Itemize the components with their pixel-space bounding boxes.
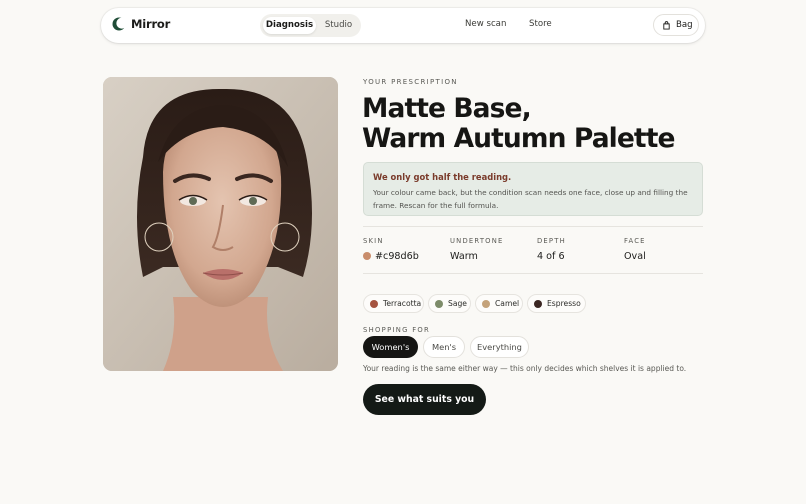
face-label: FACE xyxy=(624,237,646,245)
skin-swatch xyxy=(363,252,371,260)
depth-label: DEPTH xyxy=(537,237,566,245)
shopping-bag-icon xyxy=(663,20,670,30)
shopping-note: Your reading is the same either way — th… xyxy=(363,364,687,373)
tab-diagnosis[interactable]: Diagnosis xyxy=(263,17,316,34)
portrait-photo xyxy=(103,77,338,371)
sage-swatch xyxy=(435,299,443,308)
depth-value: 4 of 6 xyxy=(537,251,565,262)
view-switcher: Diagnosis Studio xyxy=(260,14,361,37)
title-line-2: Warm Autumn Palette xyxy=(362,123,675,154)
tab-studio[interactable]: Studio xyxy=(318,17,359,34)
palette-chip-espresso[interactable]: Espresso xyxy=(527,294,586,313)
brand-name: Mirror xyxy=(131,17,171,31)
notice-title: We only got half the reading. xyxy=(373,172,512,182)
terracotta-swatch xyxy=(370,299,378,308)
title-line-1: Matte Base, xyxy=(362,93,532,124)
chip-label: Terracotta xyxy=(383,299,422,308)
chip-label: Sage xyxy=(448,299,467,308)
face-value: Oval xyxy=(624,251,646,262)
divider xyxy=(363,273,703,274)
shopping-for-label: SHOPPING FOR xyxy=(363,326,431,334)
palette-chip-camel[interactable]: Camel xyxy=(475,294,523,313)
palette-chip-terracotta[interactable]: Terracotta xyxy=(363,294,424,313)
prescription-eyebrow: YOUR PRESCRIPTION xyxy=(363,78,458,86)
shop-option-mens[interactable]: Men's xyxy=(423,336,465,358)
palette-chip-sage[interactable]: Sage xyxy=(428,294,471,313)
top-nav-bar: Mirror Diagnosis Studio New scan Store B… xyxy=(101,8,705,43)
shop-option-womens[interactable]: Women's xyxy=(363,336,418,358)
crescent-moon-logo-icon xyxy=(112,17,126,31)
store-link[interactable]: Store xyxy=(529,19,552,29)
bag-button[interactable]: Bag xyxy=(653,14,699,36)
brand[interactable]: Mirror xyxy=(112,17,170,31)
skin-label: SKIN xyxy=(363,237,384,245)
divider xyxy=(363,226,703,227)
partial-reading-notice: We only got half the reading. Your colou… xyxy=(363,162,703,216)
notice-body: Your colour came back, but the condition… xyxy=(373,188,688,210)
bag-label: Bag xyxy=(676,20,693,30)
page-title: Matte Base, Warm Autumn Palette xyxy=(362,94,675,154)
undertone-value: Warm xyxy=(450,251,478,262)
see-what-suits-you-button[interactable]: See what suits you xyxy=(363,384,486,415)
espresso-swatch xyxy=(534,299,542,308)
shop-option-everything[interactable]: Everything xyxy=(470,336,529,358)
undertone-label: UNDERTONE xyxy=(450,237,504,245)
chip-label: Camel xyxy=(495,299,520,308)
chip-label: Espresso xyxy=(547,299,581,308)
camel-swatch xyxy=(482,299,490,308)
skin-value: #c98d6b xyxy=(375,251,419,262)
new-scan-link[interactable]: New scan xyxy=(465,19,506,29)
